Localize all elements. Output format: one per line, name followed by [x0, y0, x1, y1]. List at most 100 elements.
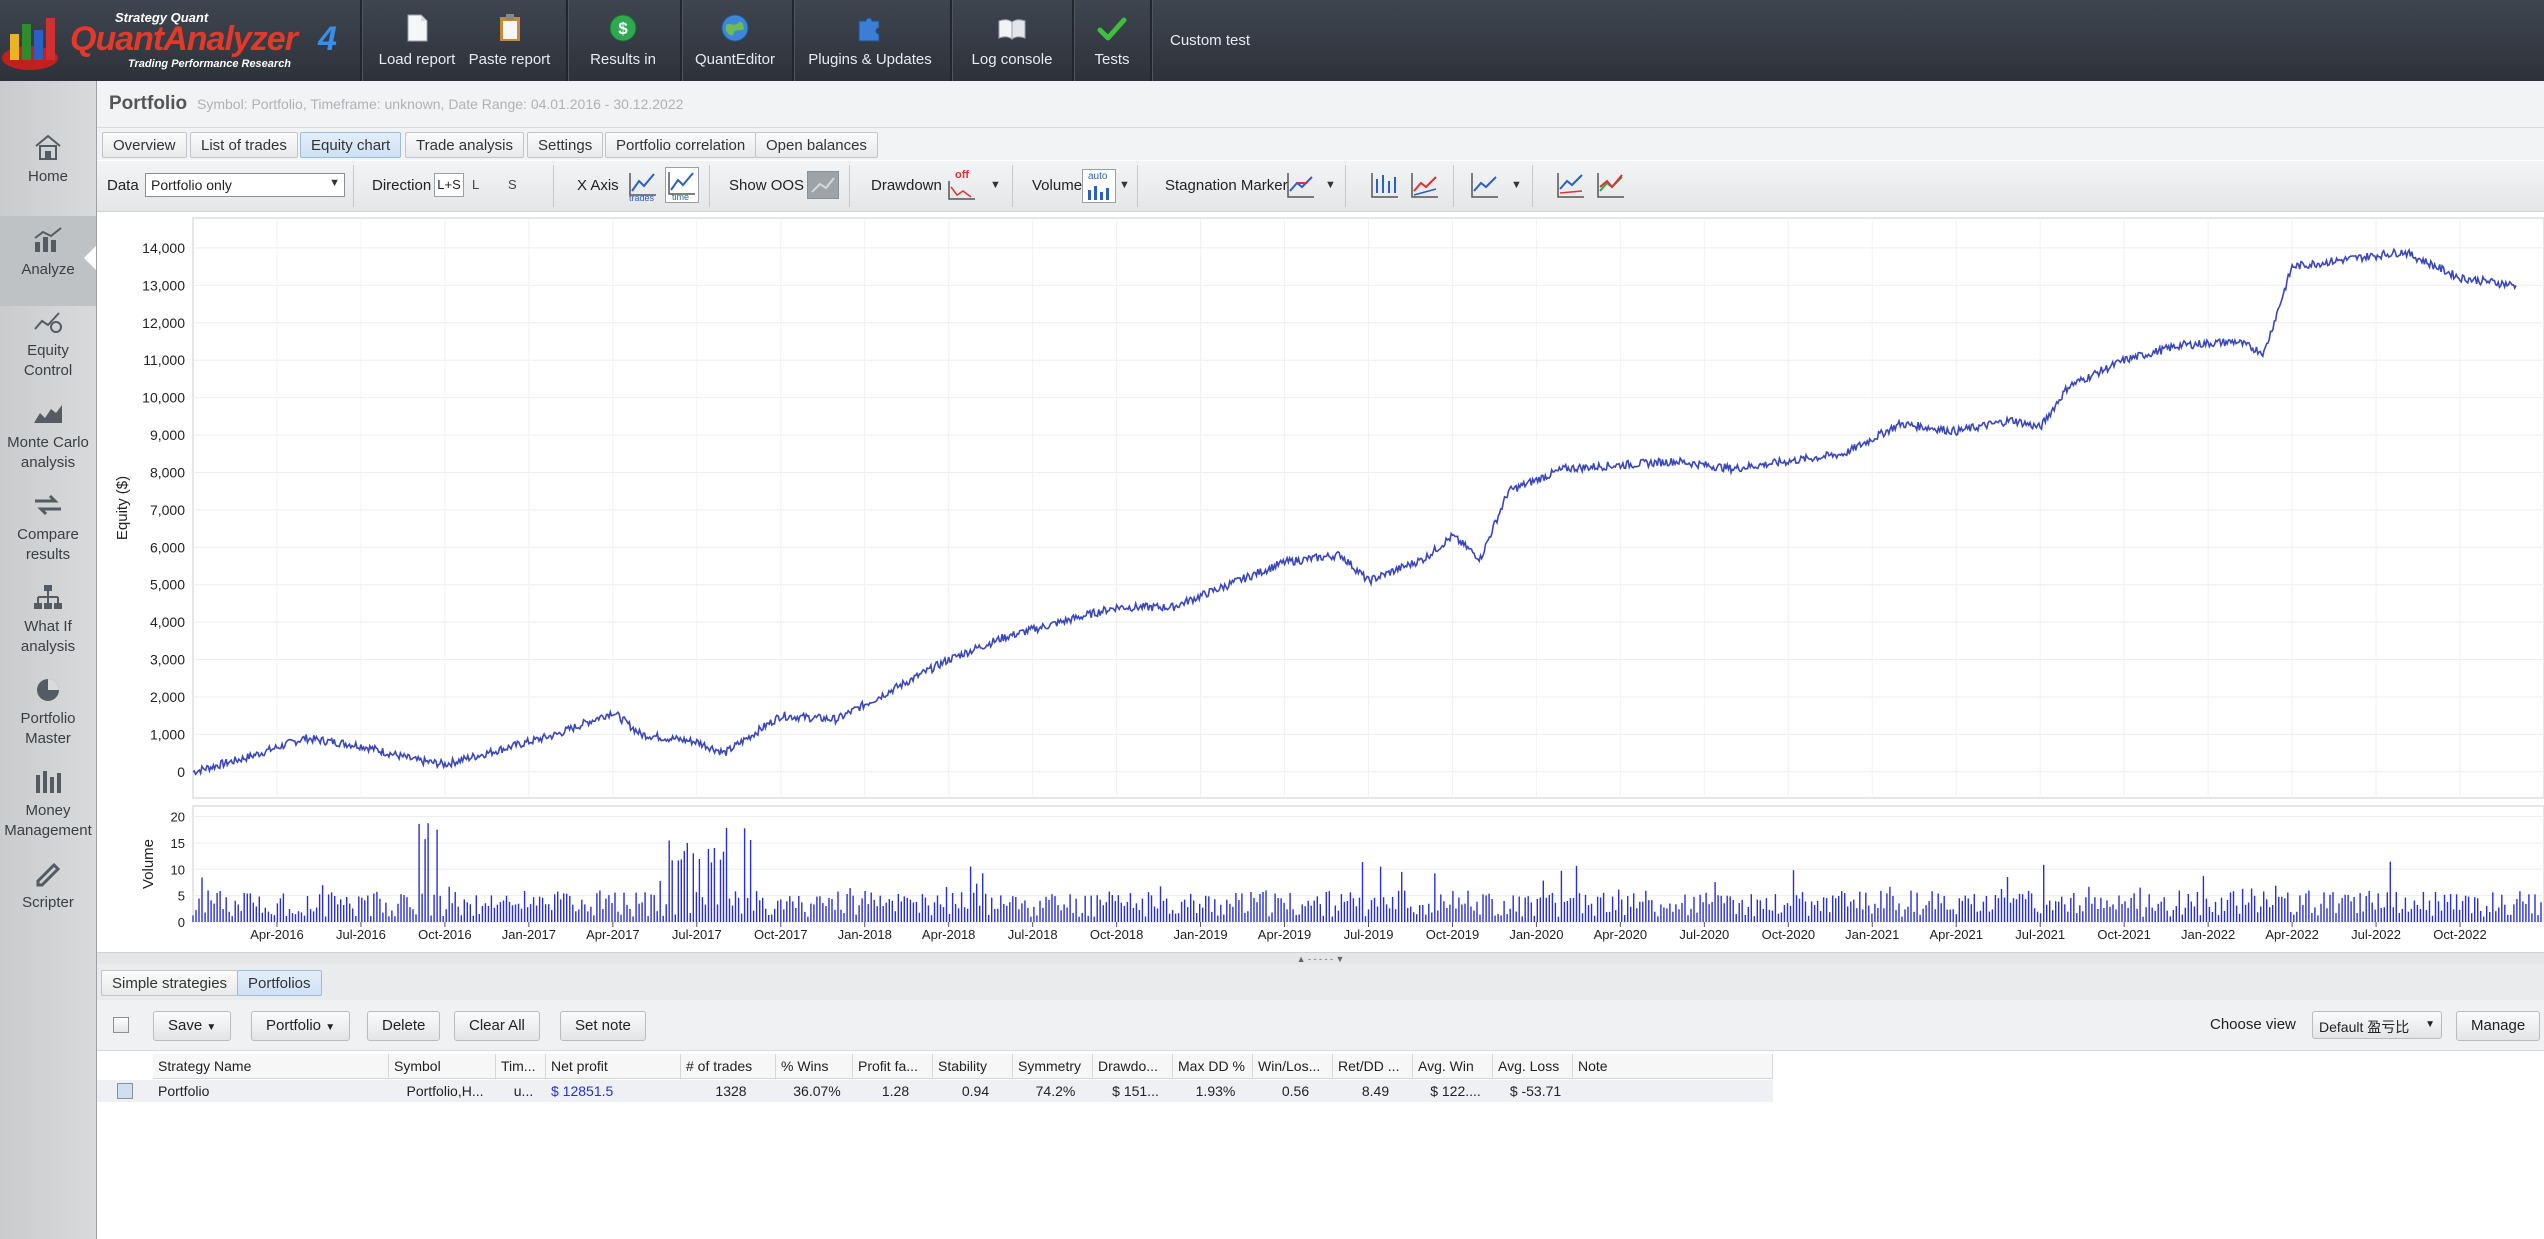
- table-cell: 1.93%: [1173, 1080, 1253, 1102]
- manage-button[interactable]: Manage: [2456, 1011, 2541, 1041]
- direction-long-toggle[interactable]: L: [472, 177, 479, 192]
- xaxis-trades-label: trades: [629, 193, 655, 203]
- select-all-checkbox[interactable]: [113, 1017, 129, 1033]
- chart-option-compare-button[interactable]: [1555, 169, 1587, 204]
- equity-y-tick: 1,000: [150, 726, 185, 742]
- show-oos-label: Show OOS: [729, 177, 805, 194]
- set-note-button[interactable]: Set note: [560, 1011, 646, 1041]
- chevron-down-icon[interactable]: ▼: [1119, 179, 1130, 191]
- subtab-simple-strategies[interactable]: Simple strategies: [101, 970, 239, 996]
- xaxis-trades-toggle[interactable]: trades: [627, 169, 659, 203]
- sidebar-item-money-management[interactable]: Money Management: [0, 767, 96, 841]
- date-x-tick: Apr-2016: [250, 927, 303, 942]
- table-cell: 74.2%: [1013, 1080, 1093, 1102]
- sidebar-item-portfolio-master[interactable]: Portfolio Master: [0, 675, 96, 749]
- chevron-down-icon[interactable]: ▼: [1325, 179, 1336, 191]
- chart-controls: Data Portfolio only ▼ Direction L+S L S …: [97, 161, 2544, 212]
- chart-type-select[interactable]: [1469, 169, 1501, 204]
- main-toolbar: Strategy Quant QuantAnalyzer 4 Trading P…: [0, 0, 2544, 82]
- equity-y-tick: 4,000: [150, 614, 185, 630]
- date-x-tick: Apr-2018: [922, 927, 975, 942]
- quanteditor-button[interactable]: QuantEditor: [690, 0, 780, 81]
- tab-open-balances[interactable]: Open balances: [755, 132, 878, 158]
- plugins-updates-button[interactable]: Plugins & Updates: [800, 0, 940, 81]
- volume-value: auto: [1088, 171, 1108, 182]
- equity-y-tick: 6,000: [150, 539, 185, 555]
- equity-y-tick: 14,000: [142, 240, 185, 256]
- sidebar-item-label: Money Management: [4, 802, 92, 839]
- volume-y-tick: 10: [171, 862, 185, 877]
- volume-select[interactable]: auto: [1082, 169, 1116, 203]
- tab-settings[interactable]: Settings: [527, 132, 604, 158]
- direction-ls-toggle[interactable]: L+S: [434, 173, 464, 197]
- page-subtitle: Symbol: Portfolio, Timeframe: unknown, D…: [197, 96, 684, 112]
- data-select[interactable]: Portfolio only ▼: [145, 173, 345, 197]
- volume-y-tick: 5: [178, 889, 185, 904]
- xaxis-time-toggle[interactable]: time: [665, 167, 699, 203]
- volume-y-tick: 20: [171, 810, 185, 825]
- volume-bars-icon: [1088, 186, 1109, 200]
- plugins-updates-label: Plugins & Updates: [808, 51, 932, 68]
- chart-option-bars-button[interactable]: [1369, 169, 1401, 204]
- date-x-tick: Jan-2017: [502, 927, 556, 942]
- pen-icon: [36, 862, 61, 887]
- chevron-down-icon[interactable]: ▼: [1511, 179, 1522, 191]
- date-x-tick: Apr-2020: [1594, 927, 1647, 942]
- sidebar-item-compare[interactable]: Compare results: [0, 491, 96, 565]
- direction-short-toggle[interactable]: S: [508, 177, 517, 192]
- date-x-tick: Jan-2019: [1173, 927, 1227, 942]
- chart-option-red-line-button[interactable]: [1409, 169, 1441, 204]
- log-console-button[interactable]: Log console: [962, 0, 1062, 81]
- results-in-label: Results in: [590, 51, 656, 68]
- stagnation-label: Stagnation Marker: [1165, 177, 1288, 194]
- results-in-button[interactable]: $ Results in: [578, 0, 668, 81]
- data-label: Data: [107, 177, 139, 194]
- sidebar-item-analyze[interactable]: Analyze: [0, 216, 96, 306]
- equity-y-tick: 8,000: [150, 464, 185, 480]
- date-x-tick: Oct-2022: [2433, 927, 2486, 942]
- logo-emblem-icon: [2, 18, 58, 70]
- tab-trade-analysis[interactable]: Trade analysis: [405, 132, 524, 158]
- choose-view-select[interactable]: Default 盈亏比 ▼: [2312, 1011, 2442, 1039]
- table-cell: 0.56: [1253, 1080, 1333, 1102]
- tests-button[interactable]: Tests: [1082, 0, 1142, 81]
- stagnation-select[interactable]: [1285, 169, 1317, 201]
- sidebar-item-label: What If analysis: [20, 618, 76, 655]
- equity-y-tick: 10,000: [142, 390, 185, 406]
- tab-equity-chart[interactable]: Equity chart: [300, 132, 402, 158]
- sidebar-item-label: Monte Carlo analysis: [7, 434, 89, 471]
- drawdown-select[interactable]: off: [947, 169, 977, 201]
- sidebar-item-what-if[interactable]: What If analysis: [0, 583, 96, 657]
- clear-all-button[interactable]: Clear All: [454, 1011, 540, 1041]
- sidebar-item-home[interactable]: Home: [0, 133, 96, 187]
- paste-report-button[interactable]: Paste report: [462, 0, 557, 81]
- sidebar-item-equity-control[interactable]: Equity Control: [0, 307, 96, 381]
- sidebar-item-monte-carlo[interactable]: Monte Carlo analysis: [0, 399, 96, 473]
- chevron-down-icon: ▼: [325, 1022, 336, 1033]
- page-title: Portfolio: [109, 93, 188, 114]
- sidebar-item-scripter[interactable]: Scripter: [0, 859, 96, 913]
- show-oos-toggle[interactable]: [807, 171, 839, 199]
- tab-portfolio-correlation[interactable]: Portfolio correlation: [605, 132, 757, 158]
- delete-button[interactable]: Delete: [367, 1011, 441, 1041]
- date-x-tick: Oct-2019: [1426, 927, 1479, 942]
- subtab-portfolios[interactable]: Portfolios: [237, 970, 322, 996]
- save-button[interactable]: Save ▼: [153, 1011, 232, 1041]
- portfolio-button[interactable]: Portfolio ▼: [251, 1011, 351, 1041]
- volume-axis-label: Volume: [140, 839, 157, 889]
- save-button-label: Save: [168, 1017, 203, 1034]
- pie-icon: [37, 679, 59, 701]
- money-icon: [36, 771, 61, 793]
- tab-overview[interactable]: Overview: [102, 132, 187, 158]
- row-checkbox[interactable]: [117, 1083, 133, 1099]
- chart-option-multi-button[interactable]: [1595, 169, 1627, 204]
- load-report-button[interactable]: Load report: [372, 0, 462, 81]
- red-line-chart-icon: [1411, 173, 1438, 198]
- bar-lines-icon: [1371, 173, 1398, 198]
- chevron-down-icon[interactable]: ▼: [990, 179, 1001, 191]
- sidebar-item-label: Scripter: [22, 894, 74, 911]
- table-row[interactable]: Portfolio Portfolio,H... u... $ 12851.5 1328…: [97, 1054, 1773, 1104]
- custom-test-label[interactable]: Custom test: [1170, 32, 1250, 49]
- analyze-icon: [34, 227, 62, 252]
- tab-list-of-trades[interactable]: List of trades: [190, 132, 298, 158]
